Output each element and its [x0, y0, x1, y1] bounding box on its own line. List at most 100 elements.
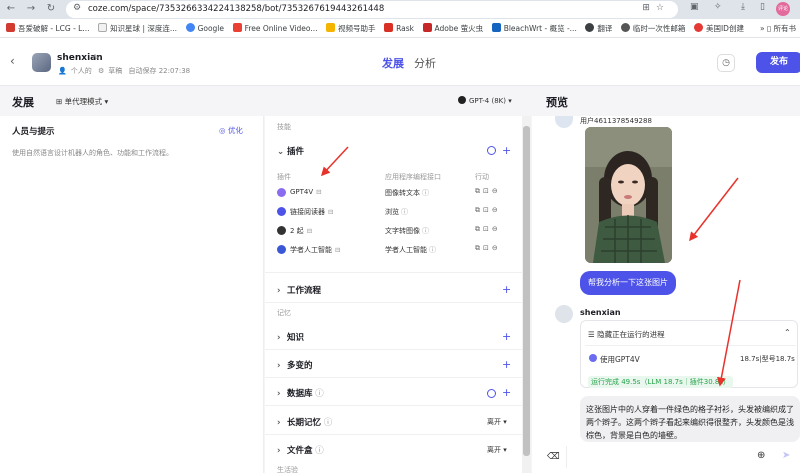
workflow-group-toggle[interactable]: › 工作流程 — [277, 284, 321, 296]
longterm-memory-group-toggle[interactable]: › 长期记忆 ⓘ — [277, 416, 332, 428]
scrollbar-thumb[interactable] — [523, 126, 530, 456]
adobe-icon — [422, 23, 432, 32]
plugins-group-toggle[interactable]: ⌄ 插件 — [277, 145, 304, 157]
bookmark-item[interactable]: Free Online Video... — [232, 23, 317, 33]
run-complete-badge: 运行完成 49.5s（LLM 18.7s｜插件30.8s） — [588, 376, 733, 388]
bookmark-favicon-icon — [491, 23, 501, 32]
bot-reply-name: shenxian — [580, 308, 621, 317]
auto-call-icon[interactable] — [487, 146, 496, 155]
extension-icon[interactable]: ▣ — [690, 2, 699, 12]
chat-input[interactable] — [566, 446, 781, 468]
chevron-right-icon: › — [277, 361, 281, 371]
bookmark-item[interactable]: 视频号助手 — [326, 23, 376, 34]
info-icon[interactable]: ⓘ — [313, 389, 324, 399]
info-icon[interactable]: ⓘ — [429, 246, 436, 254]
bookmark-item[interactable]: 翻译 — [585, 23, 612, 34]
clear-history-icon[interactable]: ⌫ — [547, 452, 560, 462]
bot-reply-avatar — [555, 305, 573, 323]
section-skills-label: 技能 — [277, 123, 291, 131]
section-dialog-label: 生活验 — [277, 466, 298, 473]
info-icon[interactable]: ⓘ — [422, 227, 429, 235]
back-arrow-icon[interactable]: ← — [4, 2, 18, 16]
add-variable-button[interactable]: + — [502, 359, 511, 370]
bot-answer-bubble: 这张图片中的人穿着一件绿色的格子衬衫，头发被编织成了两个辫子。这两个辫子看起来编… — [580, 396, 800, 442]
doc-icon: ⊟ — [316, 188, 322, 196]
longterm-memory-select[interactable]: 离开 ▾ — [487, 417, 507, 427]
plugin-scholar-icon — [277, 245, 286, 254]
tab-develop[interactable]: 发展 — [382, 55, 404, 71]
history-icon[interactable]: ◷ — [717, 54, 735, 72]
bookmark-item[interactable]: 知识星球 | 深度连... — [98, 23, 177, 34]
database-group-toggle[interactable]: › 数据库 ⓘ — [277, 387, 324, 399]
add-knowledge-button[interactable]: + — [502, 331, 511, 342]
plugin-gpt4v-icon — [277, 188, 286, 197]
bookmark-item[interactable]: 吾爱破解 - LCG - L... — [6, 23, 90, 34]
plugin-actions[interactable]: ⧉⊡⊖ — [475, 206, 501, 215]
chevron-right-icon: › — [277, 286, 281, 296]
plugin-row: GPT4V ⊟ 图像转文本 ⓘ ⧉⊡⊖ — [277, 186, 517, 200]
chevron-down-icon: ⌄ — [277, 147, 285, 157]
plugin-actions[interactable]: ⧉⊡⊖ — [475, 244, 501, 253]
process-step-time: 18.7s|型号18.7s — [740, 355, 795, 363]
user-message-bubble: 帮我分析一下这张图片 — [580, 271, 676, 295]
preview-title: 预览 — [546, 96, 568, 109]
sidepanel-icon[interactable]: ▯ — [760, 2, 765, 12]
bookmark-item[interactable]: BleachWrt - 概览 -... — [491, 23, 577, 34]
profile-avatar[interactable]: 评论 — [776, 2, 790, 16]
add-database-button[interactable]: + — [502, 387, 511, 398]
info-icon[interactable]: ⓘ — [401, 208, 408, 216]
tab-analysis[interactable]: 分析 — [414, 55, 436, 71]
plugin-actions[interactable]: ⧉⊡⊖ — [475, 187, 501, 196]
edit-icon[interactable]: ✎ — [93, 53, 100, 62]
bookmark-star-icon[interactable]: ⊞☆ — [642, 3, 670, 13]
plugin-gpt4v-icon — [589, 354, 597, 362]
variable-group-toggle[interactable]: › 多变的 — [277, 359, 313, 371]
filebox-group-toggle[interactable]: › 文件盒 ⓘ — [277, 444, 324, 456]
doc-icon: ⊟ — [335, 246, 341, 254]
bookmark-item[interactable]: Adobe 萤火虫 — [422, 23, 483, 34]
knowledge-group-toggle[interactable]: › 知识 — [277, 331, 304, 343]
translate-icon — [585, 23, 595, 32]
bookmark-item[interactable]: Rask — [384, 23, 414, 33]
optimize-button[interactable]: ◎ 优化 — [219, 125, 243, 136]
send-icon[interactable]: ➤ — [782, 450, 790, 461]
publish-button[interactable]: 发布 — [756, 52, 800, 73]
bookmark-item[interactable]: 临时一次性邮箱 — [620, 23, 685, 34]
hide-process-toggle[interactable]: ☰ 隐藏正在运行的进程 — [588, 329, 665, 340]
mode-icon: ⊞ — [56, 97, 65, 106]
reload-icon[interactable]: ↻ — [44, 2, 58, 16]
add-plugin-button[interactable]: + — [502, 145, 511, 156]
bot-answer-text: 这张图片中的人穿着一件绿色的格子衬衫，头发被编织成了两个辫子。这两个辫子看起来编… — [586, 405, 794, 440]
divider — [265, 302, 522, 303]
divider — [265, 405, 522, 406]
filebox-select[interactable]: 离开 ▾ — [487, 445, 507, 455]
info-icon[interactable]: ⓘ — [313, 446, 324, 456]
plugin-row: 2 起 ⊟ 文字转图像 ⓘ ⧉⊡⊖ — [277, 224, 517, 238]
site-info-icon[interactable]: ⚙ — [73, 3, 81, 13]
info-icon[interactable]: ⓘ — [422, 189, 429, 197]
auto-call-icon[interactable] — [487, 389, 496, 398]
uploaded-photo[interactable] — [585, 127, 672, 263]
persona-prompt-input[interactable]: 使用自然语言设计机器人的角色、功能和工作流程。 — [12, 148, 173, 158]
attach-plus-icon[interactable]: ⊕ — [757, 450, 765, 461]
plugin-actions[interactable]: ⧉⊡⊖ — [475, 225, 501, 234]
bookmark-item[interactable]: 美国ID创建 — [693, 23, 744, 34]
info-icon[interactable]: ⓘ — [321, 418, 333, 428]
model-select[interactable]: GPT-4 (8K) ▾ — [454, 94, 516, 108]
address-bar[interactable]: ⚙ coze.com/space/7353266334224138258/bot… — [66, 1, 678, 18]
chevron-up-icon[interactable]: ⌃ — [784, 328, 791, 337]
plugin-dalle-icon — [277, 226, 286, 235]
all-bookmarks[interactable]: » ▯ 所有书 — [760, 23, 796, 34]
user-name: 用户4611378549288 — [580, 117, 652, 125]
puzzle-icon[interactable]: ✧ — [714, 2, 722, 12]
add-workflow-button[interactable]: + — [502, 284, 511, 295]
sparkle-icon: ◎ — [219, 126, 228, 135]
bot-avatar[interactable] — [32, 53, 51, 72]
download-icon[interactable]: ⤓ — [741, 2, 745, 12]
bookmarks-bar: 吾爱破解 - LCG - L... 知识星球 | 深度连... Google F… — [0, 19, 800, 38]
col-plugin: 插件 — [277, 173, 291, 181]
forward-arrow-icon[interactable]: → — [24, 2, 38, 16]
back-chevron-icon[interactable]: ‹ — [10, 54, 15, 68]
agent-mode-select[interactable]: ⊞ 单代理模式 ▾ — [56, 96, 108, 107]
bookmark-item[interactable]: Google — [185, 23, 224, 33]
